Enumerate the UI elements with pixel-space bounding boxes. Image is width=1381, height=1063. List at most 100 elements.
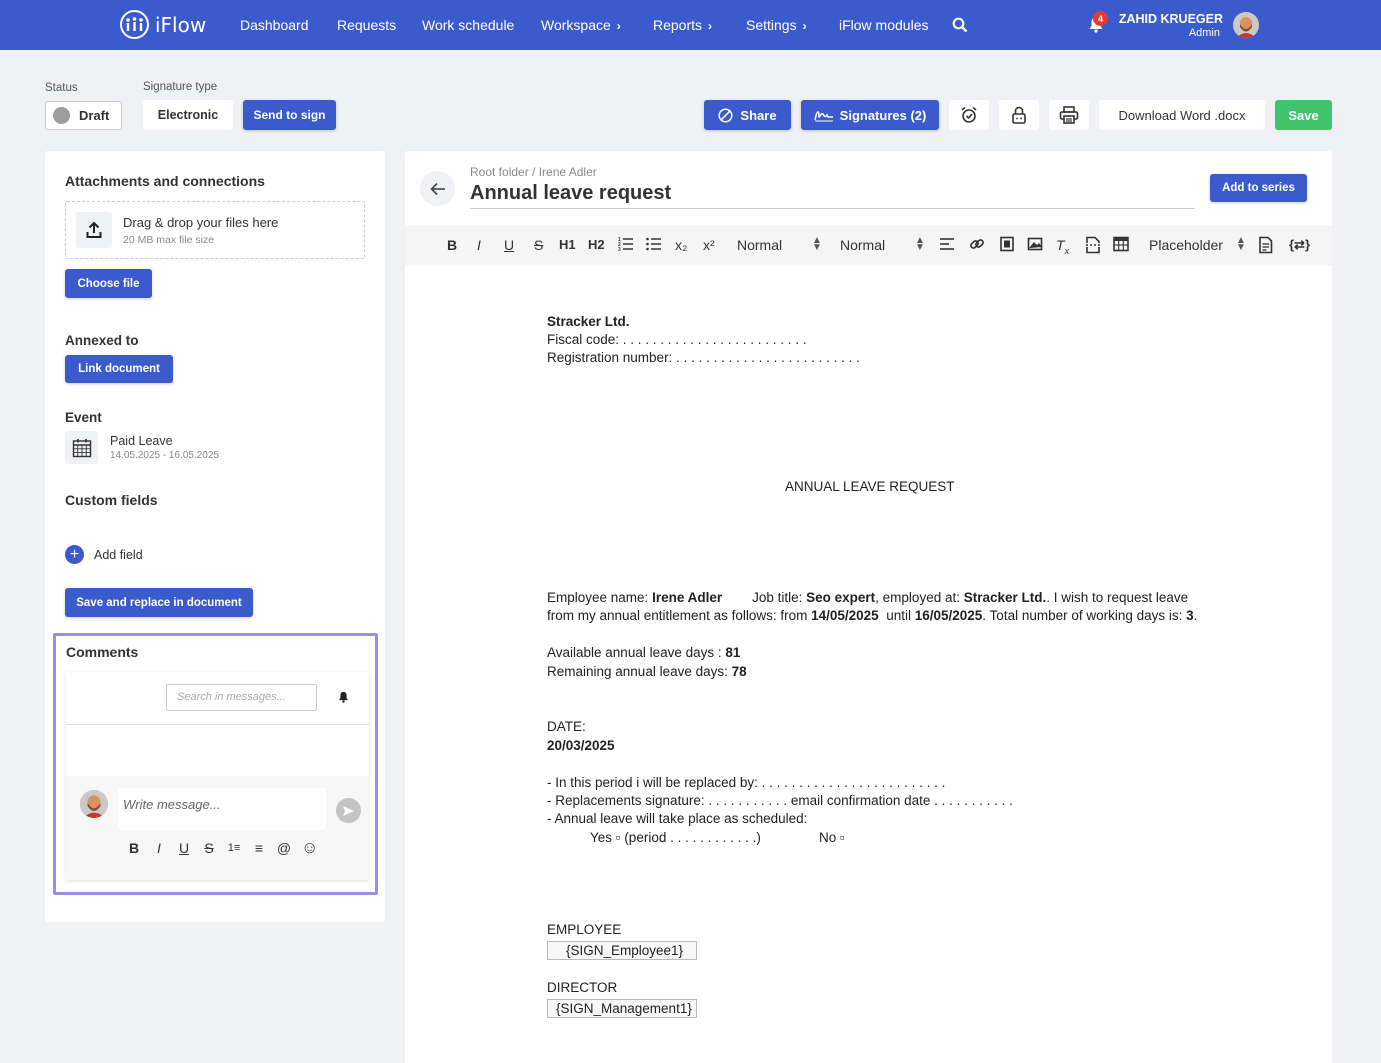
nav-label: Requests xyxy=(337,17,397,33)
message-input[interactable]: Write message... xyxy=(118,788,326,830)
avatar[interactable] xyxy=(1233,12,1259,38)
table-icon[interactable] xyxy=(1113,236,1129,255)
add-field-label: Add field xyxy=(94,547,143,562)
signature-type-label: Signature type xyxy=(143,81,218,93)
nav-dashboard[interactable]: Dashboard xyxy=(240,17,309,33)
event-dates: 14.05.2025 - 16.05.2025 xyxy=(110,450,219,461)
choose-file-button[interactable]: Choose file xyxy=(65,269,152,298)
nav-workspace[interactable]: Workspace › xyxy=(541,17,621,33)
italic-icon[interactable]: I xyxy=(151,840,167,856)
comment-composer: Write message... B I U S 1≡ ≡ @ ☺ xyxy=(66,776,369,880)
add-to-series-button[interactable]: Add to series xyxy=(1210,174,1307,202)
comment-format-toolbar: B I U S 1≡ ≡ @ ☺ xyxy=(126,838,318,858)
document-fields-icon[interactable] xyxy=(1258,236,1274,257)
replaced-by-line: - In this period i will be replaced by: … xyxy=(547,775,946,790)
format-select-2[interactable]: Normal xyxy=(840,237,885,253)
text: Job title: xyxy=(722,590,807,605)
placeholder-select[interactable]: Placeholder xyxy=(1149,237,1223,253)
signatures-button[interactable]: Signatures (2) xyxy=(801,100,939,130)
mention-icon[interactable]: @ xyxy=(276,840,292,856)
user-name[interactable]: ZAHID KRUEGER xyxy=(1119,12,1223,26)
lock-button[interactable] xyxy=(999,100,1039,130)
heading2-icon[interactable]: H2 xyxy=(588,237,605,252)
nav-label: Settings xyxy=(746,17,797,33)
download-word-button[interactable]: Download Word .docx xyxy=(1099,100,1265,130)
search-icon[interactable] xyxy=(952,17,968,38)
share-button[interactable]: Share xyxy=(704,100,791,130)
link-document-button[interactable]: Link document xyxy=(65,355,173,383)
share-icon xyxy=(718,107,733,123)
bold-icon[interactable]: B xyxy=(447,237,457,253)
share-label: Share xyxy=(740,107,777,123)
underline-icon[interactable]: U xyxy=(504,237,514,253)
page-title[interactable]: Annual leave request xyxy=(470,182,671,205)
status-selector[interactable]: Draft xyxy=(45,101,122,130)
bold-icon[interactable]: B xyxy=(126,840,142,856)
comments-search-input[interactable]: Search in messages... xyxy=(166,684,317,711)
nav-settings[interactable]: Settings › xyxy=(746,17,807,33)
select-arrows-icon[interactable]: ▲ ▼ xyxy=(915,236,925,253)
save-button[interactable]: Save xyxy=(1275,100,1332,130)
date-from: 14/05/2025 xyxy=(811,608,879,623)
nav-reports[interactable]: Reports › xyxy=(653,17,712,33)
employee-signature-placeholder[interactable]: {SIGN_Employee1} xyxy=(547,941,697,960)
director-signature-placeholder[interactable]: {SIGN_Management1} xyxy=(547,999,697,1018)
bullet-list-icon[interactable] xyxy=(646,236,662,255)
back-arrow-icon[interactable] xyxy=(420,171,455,206)
file-dropzone[interactable]: Drag & drop your files here 20 MB max fi… xyxy=(65,201,365,259)
select-arrows-icon[interactable]: ▲ ▼ xyxy=(1236,236,1246,253)
select-arrows-icon[interactable]: ▲ ▼ xyxy=(812,236,822,253)
nav-iflow-modules[interactable]: iFlow modules xyxy=(839,17,928,33)
reminder-button[interactable] xyxy=(949,100,989,130)
send-to-sign-button[interactable]: Send to sign xyxy=(243,100,336,130)
send-icon[interactable] xyxy=(336,798,361,823)
logo-icon xyxy=(120,10,149,39)
heading1-icon[interactable]: H1 xyxy=(559,237,576,252)
annexed-title: Annexed to xyxy=(65,333,139,348)
signature-type-selector[interactable]: Electronic xyxy=(143,100,233,130)
underline-icon[interactable]: U xyxy=(176,840,192,856)
ordered-list-icon[interactable]: 1≡ xyxy=(226,842,242,854)
custom-fields-title: Custom fields xyxy=(65,492,158,508)
lock-icon xyxy=(1012,106,1026,124)
yes-option: Yes ▫ (period . . . . . . . . . . . .) xyxy=(590,830,761,845)
link-icon[interactable] xyxy=(969,236,985,255)
code-variables-icon[interactable]: {⇄} xyxy=(1289,237,1310,253)
app-logo[interactable]: iFlow xyxy=(120,10,206,39)
as-scheduled-line: - Annual leave will take place as schedu… xyxy=(547,811,808,826)
nav-work-schedule[interactable]: Work schedule xyxy=(422,17,514,33)
chevron-right-icon: › xyxy=(616,19,621,33)
clear-format-icon[interactable]: Tx xyxy=(1056,237,1069,256)
superscript-icon[interactable]: x² xyxy=(703,237,715,253)
company-name: Stracker Ltd. xyxy=(547,314,630,329)
employee-label: EMPLOYEE xyxy=(547,922,622,937)
strikethrough-icon[interactable]: S xyxy=(201,840,217,856)
emoji-icon[interactable]: ☺ xyxy=(301,838,318,858)
nav-requests[interactable]: Requests xyxy=(337,17,396,33)
page-break-icon[interactable] xyxy=(1085,236,1101,257)
divider xyxy=(66,724,369,725)
date-value: 20/03/2025 xyxy=(547,738,615,753)
image-icon[interactable] xyxy=(1027,236,1043,255)
save-replace-button[interactable]: Save and replace in document xyxy=(65,588,253,617)
comments-widget: Search in messages... Write message... B… xyxy=(66,672,369,880)
subscript-icon[interactable]: x₂ xyxy=(675,237,687,253)
breadcrumb[interactable]: Root folder / Irene Adler xyxy=(470,165,597,179)
add-field-button[interactable]: + Add field xyxy=(65,545,143,564)
format-select-1[interactable]: Normal xyxy=(737,237,782,253)
status-value: Draft xyxy=(79,108,110,123)
status-dot xyxy=(53,107,70,124)
nav-label: Workspace xyxy=(541,17,611,33)
svg-text:3: 3 xyxy=(618,247,621,252)
event-name[interactable]: Paid Leave xyxy=(110,434,173,448)
logo-text: iFlow xyxy=(155,12,207,37)
bell-icon[interactable] xyxy=(338,690,349,708)
bullet-list-icon[interactable]: ≡ xyxy=(251,840,267,856)
video-icon[interactable] xyxy=(999,236,1015,255)
italic-icon[interactable]: I xyxy=(477,237,481,253)
align-icon[interactable] xyxy=(939,236,955,255)
print-button[interactable] xyxy=(1049,100,1089,130)
comments-title: Comments xyxy=(66,644,139,660)
ordered-list-icon[interactable]: 123 xyxy=(618,236,634,255)
strikethrough-icon[interactable]: S xyxy=(534,237,543,253)
